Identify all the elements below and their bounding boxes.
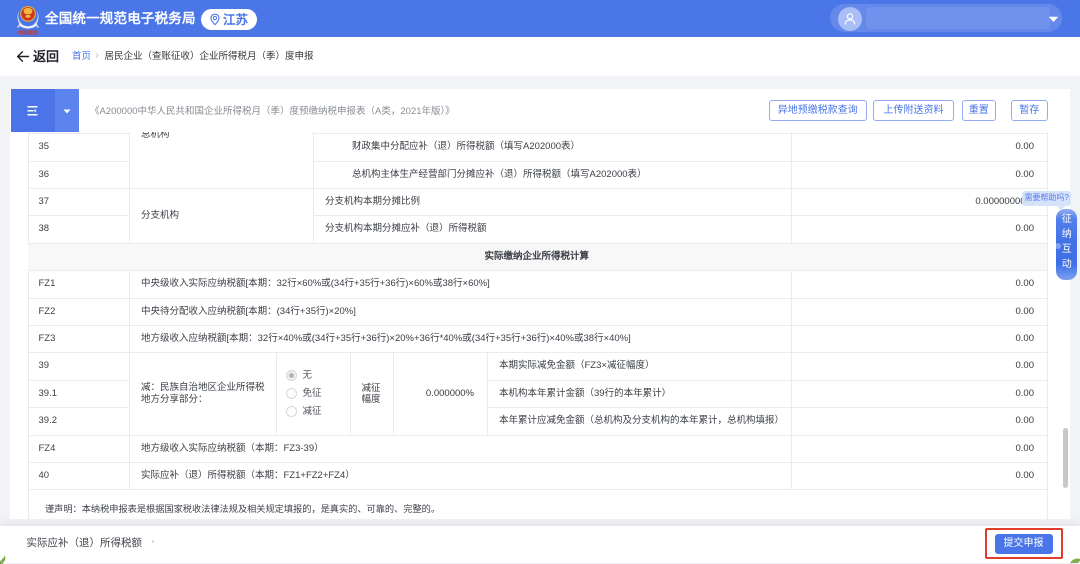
svg-text:中国税务: 中国税务 — [18, 30, 39, 36]
